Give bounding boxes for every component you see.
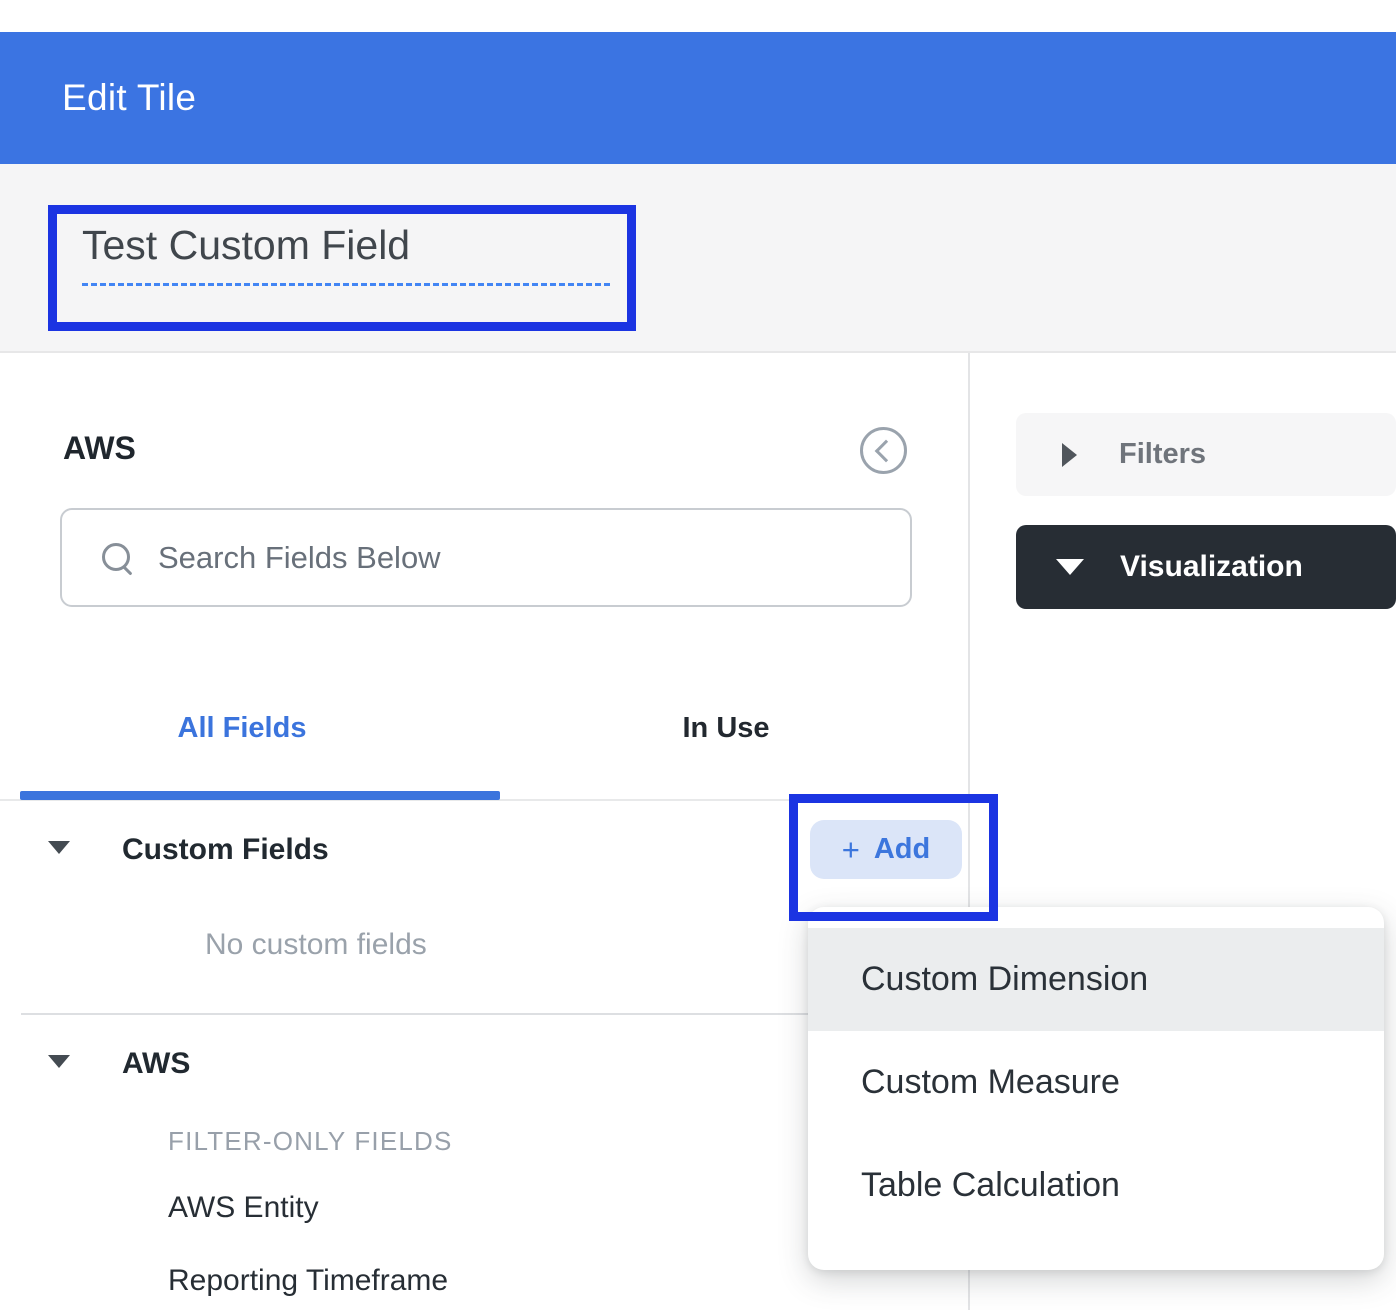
section-custom-fields-label: Custom Fields — [122, 833, 329, 867]
filters-label: Filters — [1119, 438, 1206, 471]
section-custom-fields[interactable]: Custom Fields — [0, 828, 780, 872]
search-input[interactable] — [156, 539, 890, 577]
section-aws-label: AWS — [122, 1047, 190, 1081]
triangle-right-icon — [1062, 443, 1077, 467]
add-custom-field-button[interactable]: + Add — [810, 820, 962, 879]
visualization-label: Visualization — [1120, 550, 1303, 584]
add-field-menu: Custom Dimension Custom Measure Table Ca… — [808, 907, 1384, 1270]
menu-item-custom-dimension[interactable]: Custom Dimension — [808, 928, 1384, 1031]
caret-down-icon[interactable] — [48, 1055, 70, 1073]
section-aws[interactable]: AWS — [0, 1042, 780, 1086]
search-icon — [102, 543, 132, 573]
caret-down-icon[interactable] — [48, 841, 70, 859]
tab-in-use[interactable]: In Use — [484, 700, 968, 802]
filter-only-fields-heading: FILTER-ONLY FIELDS — [168, 1126, 453, 1157]
menu-list: Custom Dimension Custom Measure Table Ca… — [808, 907, 1384, 1237]
explore-name: AWS — [63, 430, 136, 467]
menu-item-label: Custom Measure — [861, 1063, 1120, 1102]
no-custom-fields-note: No custom fields — [205, 928, 427, 962]
triangle-down-icon — [1056, 559, 1084, 575]
add-button-label: Add — [874, 835, 930, 864]
menu-item-label: Table Calculation — [861, 1166, 1120, 1205]
menu-item-label: Custom Dimension — [861, 960, 1148, 999]
field-item-aws-entity[interactable]: AWS Entity — [168, 1191, 319, 1225]
field-item-reporting-timeframe[interactable]: Reporting Timeframe — [168, 1264, 448, 1298]
tile-title-input[interactable]: Test Custom Field — [82, 222, 610, 286]
field-tabs: All Fields In Use — [0, 700, 968, 802]
plus-icon: + — [842, 834, 860, 865]
menu-item-table-calculation[interactable]: Table Calculation — [808, 1134, 1384, 1237]
collapse-panel-button[interactable] — [860, 427, 907, 474]
dialog-title: Edit Tile — [62, 77, 196, 119]
field-search-box[interactable] — [60, 508, 912, 607]
menu-item-custom-measure[interactable]: Custom Measure — [808, 1031, 1384, 1134]
filters-section-header[interactable]: Filters — [1016, 413, 1396, 496]
visualization-section-header[interactable]: Visualization — [1016, 525, 1396, 609]
tab-all-fields[interactable]: All Fields — [0, 700, 484, 802]
active-tab-indicator — [20, 791, 500, 800]
edit-tile-dialog: Edit Tile Test Custom Field AWS All Fiel… — [0, 0, 1396, 1310]
dialog-header: Edit Tile — [0, 32, 1396, 164]
chevron-left-icon — [875, 439, 898, 462]
